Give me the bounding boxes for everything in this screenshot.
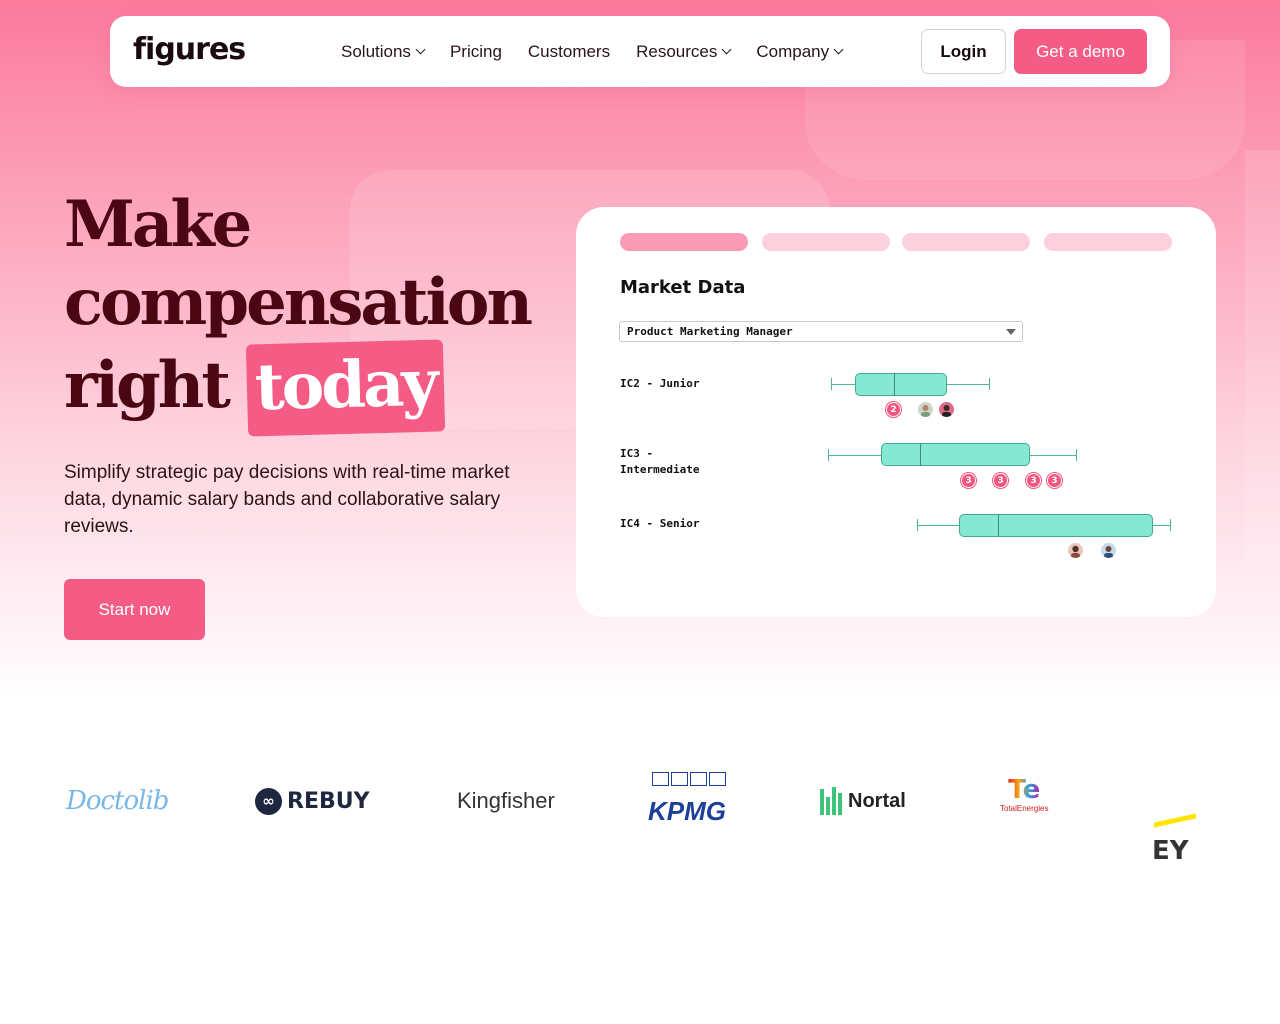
totalenergies-mark-icon: Te — [1008, 775, 1041, 805]
count-badge[interactable]: 2 — [886, 402, 901, 417]
salary-band-box[interactable] — [881, 443, 1030, 466]
job-select[interactable]: Product Marketing Manager — [619, 321, 1023, 342]
nav-link-pricing[interactable]: Pricing — [450, 42, 502, 62]
count-badge[interactable]: 3 — [961, 473, 976, 488]
nav-link-label: Company — [756, 41, 830, 61]
nav-link-label: Resources — [636, 41, 718, 61]
market-data-card: Market Data Product Marketing Manager IC… — [576, 207, 1216, 617]
tab-placeholder[interactable] — [620, 233, 748, 251]
employee-avatar[interactable] — [918, 402, 933, 417]
median-line — [920, 443, 921, 466]
totalenergies-logo: Te TotalEnergies — [1000, 776, 1048, 826]
hero-subtext: Simplify strategic pay decisions with re… — [64, 462, 510, 537]
salary-band-box[interactable] — [855, 373, 947, 396]
salary-band-box[interactable] — [959, 514, 1153, 537]
employee-avatar[interactable] — [939, 402, 954, 417]
logo-wordmark: EY — [1152, 836, 1189, 866]
logo-wordmark: Kingfisher — [457, 788, 555, 813]
whisker-cap — [831, 378, 832, 390]
level-label: IC4 - Senior — [620, 517, 700, 530]
nav-link-company[interactable]: Company — [756, 41, 844, 62]
headline-highlight: today — [245, 339, 445, 437]
nav-links: Solutions Pricing Customers Resources Co… — [341, 16, 844, 87]
count-badge[interactable]: 3 — [993, 473, 1008, 488]
caret-down-icon — [1006, 329, 1016, 335]
count-badge[interactable]: 3 — [1026, 473, 1041, 488]
nav-link-resources[interactable]: Resources — [636, 41, 732, 62]
logo-wordmark: TotalEnergies — [1000, 804, 1049, 813]
tab-placeholder[interactable] — [902, 233, 1030, 251]
nav-link-solutions[interactable]: Solutions — [341, 41, 426, 62]
nortal-logo: Nortal — [820, 776, 906, 826]
logo-wordmark: KPMG — [648, 795, 726, 826]
hero-background-shape — [1245, 150, 1280, 570]
chevron-down-icon — [415, 44, 426, 55]
ey-logo: EY — [1152, 813, 1280, 876]
hero-headline: Make compensation right today — [64, 186, 564, 437]
headline-line: right today — [64, 339, 564, 437]
whisker-cap — [1170, 519, 1171, 531]
logo-wordmark: Nortal — [848, 789, 906, 812]
employee-avatar[interactable] — [1068, 543, 1083, 558]
whisker-cap — [1076, 449, 1077, 461]
logo-text: figures — [133, 32, 246, 67]
logo-wordmark: Doctolib — [66, 786, 169, 816]
tab-placeholder[interactable] — [762, 233, 890, 251]
infinity-icon: ∞ — [255, 787, 282, 815]
whisker-cap — [917, 519, 918, 531]
nav-link-label: Customers — [527, 41, 611, 61]
nav-link-label: Pricing — [449, 41, 502, 61]
nav-link-customers[interactable]: Customers — [528, 42, 610, 62]
nav-link-label: Solutions — [341, 41, 411, 61]
figures-logo[interactable]: figures — [133, 32, 246, 68]
median-line — [894, 373, 895, 396]
nortal-bars-icon — [820, 787, 842, 815]
chevron-down-icon — [833, 44, 844, 55]
level-label: IC3 - Intermediate — [620, 447, 700, 476]
chevron-down-icon — [721, 44, 732, 55]
count-badge[interactable]: 3 — [1047, 473, 1062, 488]
headline-line: compensation — [64, 265, 533, 340]
headline-line: Make — [64, 187, 252, 262]
whisker-cap — [828, 449, 829, 461]
tab-placeholder[interactable] — [1044, 233, 1172, 251]
employee-avatar[interactable] — [1101, 543, 1116, 558]
card-title: Market Data — [620, 277, 746, 298]
kpmg-boxes-icon — [652, 772, 726, 786]
start-now-button[interactable]: Start now — [64, 579, 205, 640]
logo-wordmark: REBUY — [287, 788, 370, 814]
get-demo-button[interactable]: Get a demo — [1014, 29, 1147, 74]
login-button[interactable]: Login — [921, 29, 1006, 74]
level-label: IC2 - Junior — [620, 377, 700, 390]
doctolib-logo: Doctolib — [66, 776, 169, 826]
headline-word: right — [64, 348, 231, 423]
select-value: Product Marketing Manager — [627, 325, 793, 338]
top-navigation: figures Solutions Pricing Customers Reso… — [110, 16, 1170, 87]
whisker-cap — [989, 378, 990, 390]
rebuy-logo: ∞ REBUY — [255, 776, 370, 826]
median-line — [998, 514, 999, 537]
kingfisher-logo: Kingfisher — [457, 776, 555, 826]
